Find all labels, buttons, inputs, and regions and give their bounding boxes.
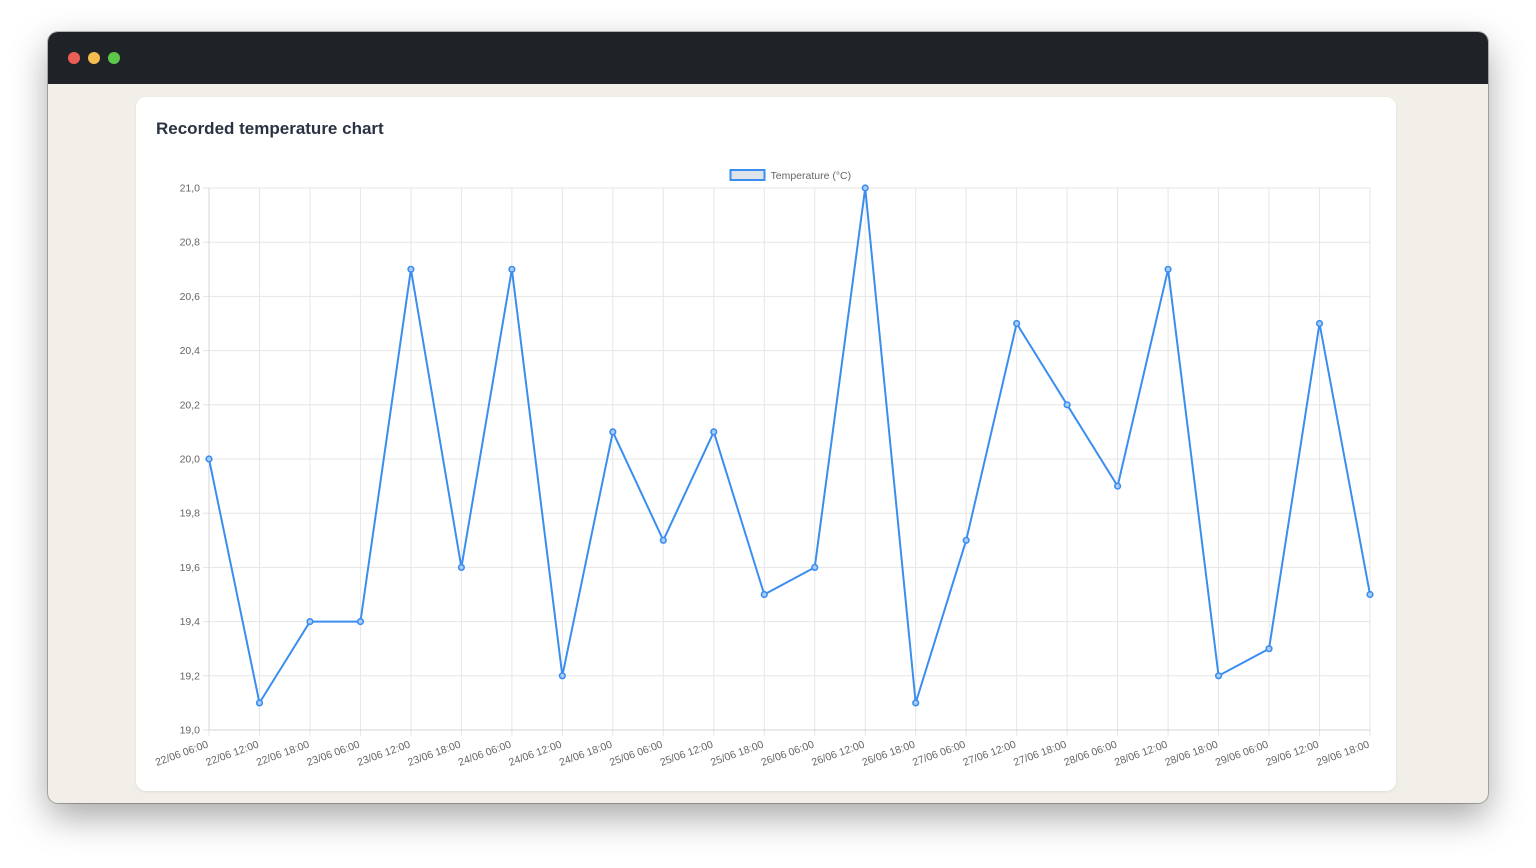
x-tick-label: 29/06 12:00 <box>1264 738 1320 768</box>
y-tick-label: 20,0 <box>180 454 201 466</box>
x-tick-label: 23/06 06:00 <box>305 738 361 768</box>
window-titlebar <box>48 32 1488 84</box>
x-tick-label: 24/06 06:00 <box>457 738 513 768</box>
x-tick-label: 27/06 18:00 <box>1012 738 1068 768</box>
x-tick-label: 28/06 12:00 <box>1113 738 1169 768</box>
x-tick-label: 26/06 06:00 <box>760 738 816 768</box>
x-tick-label: 23/06 18:00 <box>406 738 462 768</box>
x-tick-label: 28/06 06:00 <box>1062 738 1118 768</box>
minimize-window-button[interactable] <box>88 52 100 64</box>
chart-card: Recorded temperature chart 19,0 19,2 19,4 1… <box>136 97 1396 791</box>
x-tick-label: 24/06 12:00 <box>507 738 563 768</box>
data-point[interactable] <box>1366 590 1374 599</box>
legend-label[interactable]: Temperature (°C) <box>771 170 852 182</box>
x-tick-label: 29/06 06:00 <box>1214 738 1270 768</box>
chart-legend[interactable]: Temperature (°C) <box>729 169 852 182</box>
x-tick-label: 27/06 12:00 <box>961 738 1017 768</box>
data-point[interactable] <box>255 699 264 707</box>
chart-series <box>205 184 1374 707</box>
data-point[interactable] <box>508 265 516 273</box>
close-window-button[interactable] <box>68 52 80 64</box>
x-tick-label: 22/06 06:00 <box>154 738 210 768</box>
y-tick-label: 21,0 <box>180 183 201 195</box>
data-point[interactable] <box>1063 401 1071 409</box>
x-tick-label: 22/06 12:00 <box>204 738 260 768</box>
data-point[interactable] <box>356 617 365 626</box>
data-point[interactable] <box>861 184 869 192</box>
data-point[interactable] <box>407 265 415 273</box>
data-point[interactable] <box>659 536 667 544</box>
temperature-chart: 19,0 19,2 19,4 19,6 19,8 20,0 20,2 20,4 20,6 20,8… <box>154 169 1374 769</box>
x-tick-label: 27/06 06:00 <box>911 738 967 768</box>
y-tick-label: 19,8 <box>180 508 201 520</box>
y-tick-label: 20,2 <box>180 399 201 411</box>
chart-grid <box>203 187 1371 736</box>
data-point[interactable] <box>1164 265 1172 273</box>
x-tick-label: 29/06 18:00 <box>1315 738 1371 768</box>
data-point[interactable] <box>457 563 465 572</box>
chart-axes: 19,0 19,2 19,4 19,6 19,8 20,0 20,2 20,4 20,6 20,8… <box>154 183 1371 769</box>
data-point[interactable] <box>912 699 920 707</box>
data-point[interactable] <box>1265 645 1273 653</box>
x-tick-label: 22/06 18:00 <box>255 738 311 768</box>
x-tick-label: 24/06 18:00 <box>558 738 614 768</box>
legend-swatch[interactable] <box>729 169 766 181</box>
data-point[interactable] <box>760 590 768 599</box>
y-tick-label: 19,6 <box>180 562 201 574</box>
zoom-window-button[interactable] <box>108 52 120 64</box>
x-tick-label: 28/06 18:00 <box>1163 738 1219 768</box>
x-tick-label: 23/06 12:00 <box>356 738 412 768</box>
y-tick-label: 20,4 <box>180 345 201 357</box>
y-tick-label: 20,8 <box>180 237 201 249</box>
y-tick-label: 19,0 <box>180 725 201 737</box>
y-tick-label: 20,6 <box>180 291 201 303</box>
data-point[interactable] <box>811 563 819 572</box>
x-tick-label: 25/06 18:00 <box>709 738 765 768</box>
temperature-line <box>208 187 1371 704</box>
y-tick-label: 19,4 <box>180 616 201 628</box>
data-point[interactable] <box>1114 482 1122 490</box>
x-tick-label: 25/06 06:00 <box>608 738 664 768</box>
browser-window: Recorded temperature chart 19,0 19,2 19,4 1… <box>48 32 1488 803</box>
data-point[interactable] <box>710 428 718 436</box>
data-point[interactable] <box>205 455 213 463</box>
data-point[interactable] <box>1315 319 1324 328</box>
y-tick-label: 19,2 <box>180 670 201 682</box>
x-tick-label: 26/06 12:00 <box>810 738 866 768</box>
data-point[interactable] <box>306 617 314 626</box>
data-point[interactable] <box>1214 672 1223 680</box>
data-point[interactable] <box>609 428 617 436</box>
data-point[interactable] <box>962 536 970 544</box>
data-point[interactable] <box>558 672 566 680</box>
data-point[interactable] <box>1013 319 1021 328</box>
x-tick-label: 26/06 18:00 <box>860 738 916 768</box>
x-tick-label: 25/06 12:00 <box>659 738 715 768</box>
